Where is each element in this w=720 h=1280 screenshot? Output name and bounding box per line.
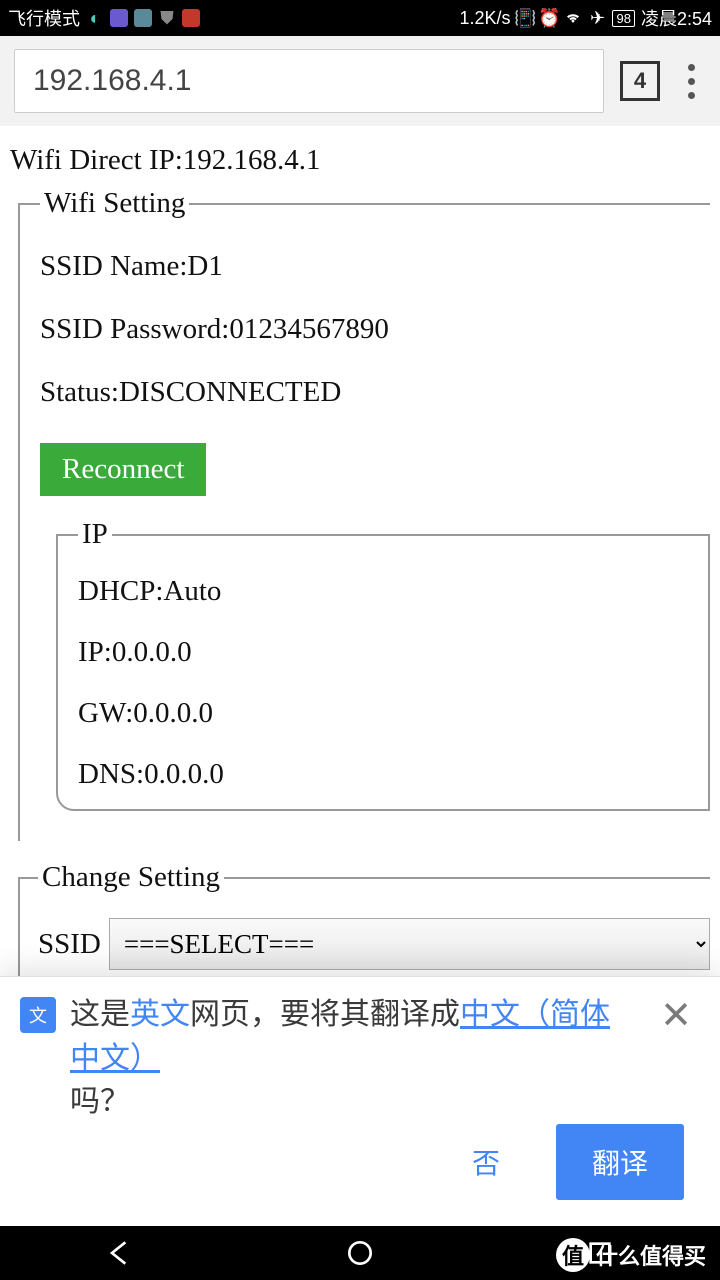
battery-icon: 98 (612, 10, 634, 27)
vibrate-icon: 📳 (516, 9, 534, 27)
airplane-icon: ✈ (588, 9, 606, 27)
clock-time: 凌晨2:54 (641, 5, 712, 31)
home-icon[interactable] (344, 1237, 376, 1269)
tab-count-button[interactable]: 4 (620, 61, 660, 101)
ssid-select-label: SSID (38, 928, 101, 961)
wifi-setting-legend: Wifi Setting (40, 187, 189, 220)
dns-row: DNS:0.0.0.0 (78, 758, 708, 791)
shield-icon: ⛊ (158, 9, 176, 27)
reconnect-button[interactable]: Reconnect (40, 443, 206, 496)
close-translate-button[interactable]: ✕ (660, 993, 692, 1038)
android-nav-bar: 值 什么值得买 (0, 1226, 720, 1280)
moon-icon: ◐ (86, 9, 104, 27)
gw-row: GW:0.0.0.0 (78, 697, 708, 730)
translate-yes-button[interactable]: 翻译 (556, 1124, 684, 1200)
dhcp-row: DHCP:Auto (78, 575, 708, 608)
app-icon-2 (134, 9, 152, 27)
alarm-icon: ⏰ (540, 9, 558, 27)
url-input[interactable] (14, 49, 604, 113)
translate-prompt-bar: 文 这是英文网页，要将其翻译成中文（简体中文）吗？ ✕ 否 翻译 (0, 976, 720, 1226)
ip-legend: IP (78, 518, 112, 551)
smzdm-watermark: 值 什么值得买 (556, 1238, 706, 1272)
network-speed: 1.2K/s (459, 8, 510, 29)
app-icon-1 (110, 9, 128, 27)
app-icon-3 (182, 9, 200, 27)
ssid-name-row: SSID Name:D1 (40, 250, 710, 283)
ip-fieldset: IP DHCP:Auto IP:0.0.0.0 GW:0.0.0.0 DNS:0… (56, 518, 710, 811)
back-icon[interactable] (104, 1237, 136, 1269)
wifi-direct-ip-row: Wifi Direct IP:192.168.4.1 (10, 144, 710, 177)
translate-icon: 文 (20, 997, 56, 1033)
ip-row: IP:0.0.0.0 (78, 636, 708, 669)
webpage-content: Wifi Direct IP:192.168.4.1 Wifi Setting … (0, 126, 720, 1025)
wifi-setting-fieldset: Wifi Setting SSID Name:D1 SSID Password:… (18, 187, 710, 841)
wifi-icon (564, 9, 582, 27)
android-status-bar: 飞行模式 ◐ ⛊ 1.2K/s 📳 ⏰ ✈ 98 凌晨2:54 (0, 0, 720, 36)
browser-menu-button[interactable] (676, 64, 706, 99)
flight-mode-text: 飞行模式 (8, 5, 80, 31)
browser-toolbar: 4 (0, 36, 720, 126)
translate-no-button[interactable]: 否 (452, 1124, 520, 1200)
change-setting-legend: Change Setting (38, 861, 224, 894)
smzdm-logo-icon: 值 (556, 1238, 590, 1272)
ssid-password-row: SSID Password:01234567890 (40, 313, 710, 346)
source-language-link[interactable]: 英文 (130, 998, 190, 1031)
translate-message: 这是英文网页，要将其翻译成中文（简体中文）吗？ (70, 993, 636, 1124)
ssid-select[interactable]: ===SELECT=== (109, 918, 710, 970)
status-row: Status:DISCONNECTED (40, 376, 710, 409)
